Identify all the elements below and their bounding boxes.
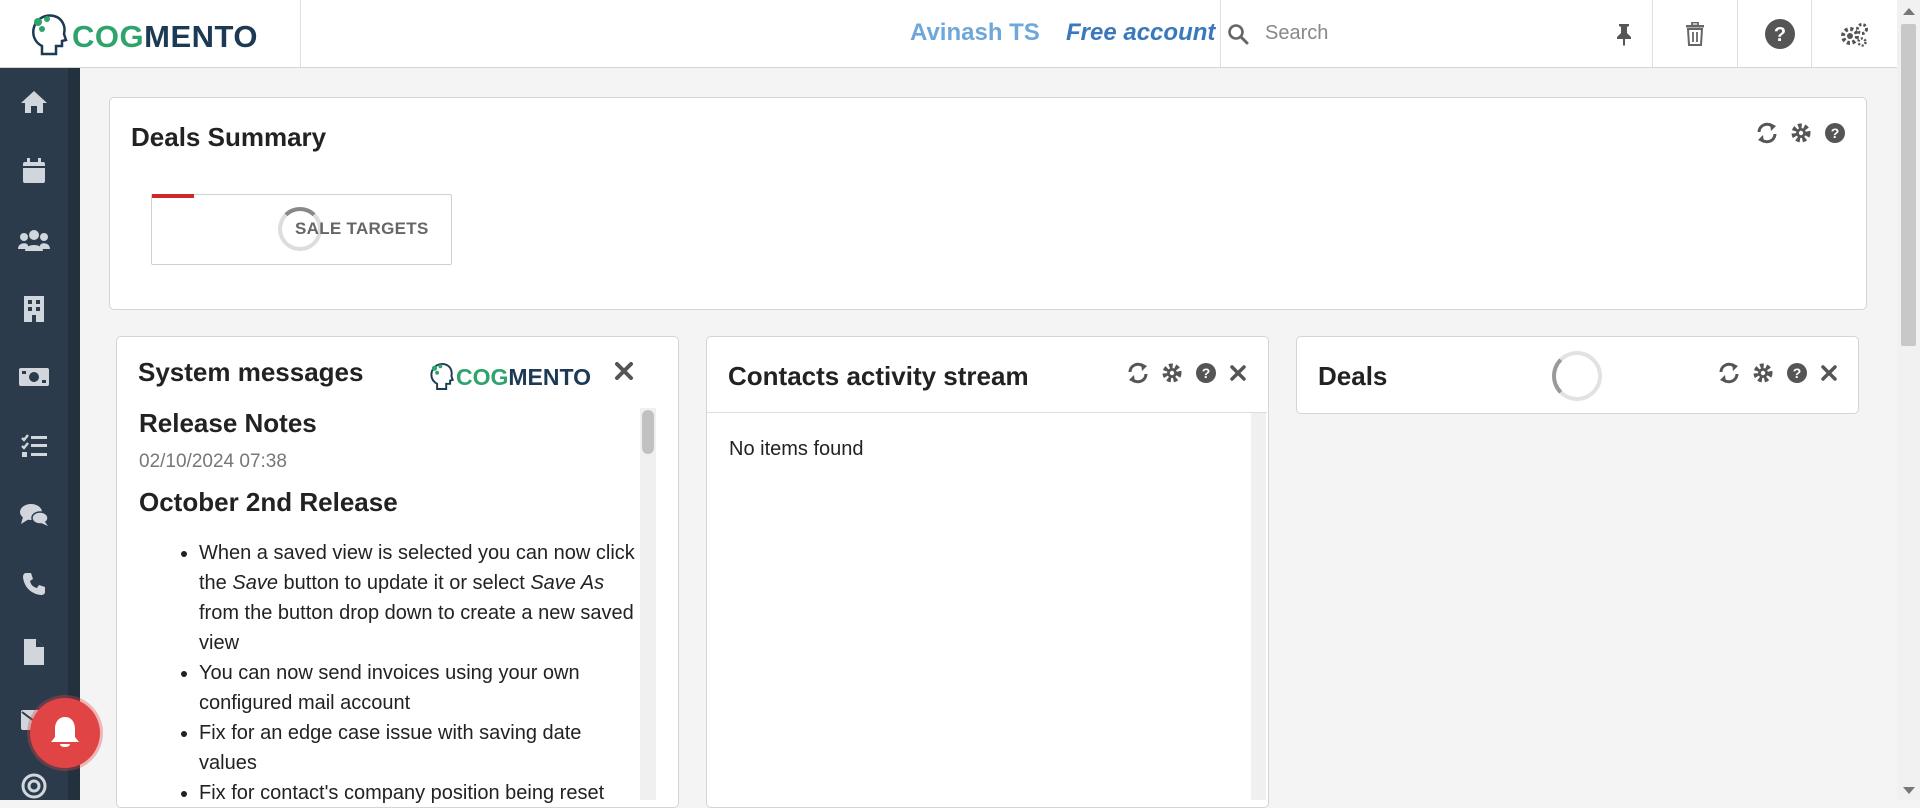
companies-icon xyxy=(24,296,44,322)
contacts-activity-title: Contacts activity stream xyxy=(728,361,1029,391)
contacts-activity-tools: ? xyxy=(1127,362,1247,384)
sale-targets-card[interactable]: SALE TARGETS xyxy=(151,194,452,265)
document-icon xyxy=(24,639,44,665)
pin-icon[interactable] xyxy=(1615,22,1633,46)
home-icon xyxy=(21,91,47,113)
list-item: Fix for contact's company position being… xyxy=(199,778,643,808)
list-item: You can now send invoices using your own… xyxy=(199,658,643,718)
scroll-thumb[interactable] xyxy=(1901,24,1916,346)
help-icon[interactable]: ? xyxy=(1195,362,1217,384)
sale-targets-label: SALE TARGETS xyxy=(295,219,429,238)
trash-button[interactable] xyxy=(1652,0,1737,67)
gear-icon[interactable] xyxy=(1790,122,1812,144)
logo-head-icon xyxy=(430,362,454,390)
system-messages-logo: COGMENTO xyxy=(428,360,591,391)
scroll-thumb[interactable] xyxy=(642,410,654,454)
close-icon[interactable] xyxy=(1229,364,1247,382)
bell-icon xyxy=(51,717,79,747)
deals-tools: ? xyxy=(1718,362,1838,384)
tasks-icon xyxy=(21,434,47,457)
release-name: October 2nd Release xyxy=(139,487,398,517)
close-icon[interactable] xyxy=(1820,364,1838,382)
svg-text:?: ? xyxy=(1202,365,1211,381)
svg-text:?: ? xyxy=(1831,125,1840,141)
sidebar-item-contacts[interactable] xyxy=(0,220,68,260)
help-icon[interactable]: ? xyxy=(1786,362,1808,384)
contacts-activity-scrollbar[interactable] xyxy=(1251,413,1266,800)
release-items-list: When a saved view is selected you can no… xyxy=(139,538,643,808)
svg-text:?: ? xyxy=(1774,24,1786,46)
page-scrollbar[interactable] xyxy=(1897,0,1920,800)
panel-divider xyxy=(707,412,1267,413)
deals-title: Deals xyxy=(1318,361,1388,391)
sidebar-item-cases[interactable] xyxy=(0,495,68,535)
sidebar-item-tasks[interactable] xyxy=(0,426,68,466)
sidebar-item-companies[interactable] xyxy=(0,289,68,329)
sidebar-item-documents[interactable] xyxy=(0,632,68,672)
deals-icon xyxy=(19,368,49,386)
account-type[interactable]: Free account xyxy=(1066,19,1215,47)
user-name[interactable]: Avinash TS xyxy=(910,19,1040,47)
loading-spinner xyxy=(1552,351,1602,401)
svg-text:?: ? xyxy=(1793,365,1802,381)
gear-icon[interactable] xyxy=(1161,362,1183,384)
help-icon: ? xyxy=(1765,18,1795,49)
sidebar-item-campaigns[interactable] xyxy=(0,766,68,806)
sidebar-item-deals[interactable] xyxy=(0,357,68,397)
gear-icon[interactable] xyxy=(1752,362,1774,384)
contacts-activity-panel xyxy=(706,336,1269,808)
notifications-button[interactable] xyxy=(30,698,100,768)
target-icon xyxy=(21,773,47,799)
release-date: 02/10/2024 07:38 xyxy=(139,451,287,472)
phone-icon xyxy=(23,573,45,595)
gears-icon xyxy=(1841,22,1868,47)
app-logo[interactable]: COGMENTO xyxy=(0,0,301,67)
sidebar-item-home[interactable] xyxy=(0,82,68,122)
refresh-icon[interactable] xyxy=(1718,362,1740,384)
scroll-up-arrow[interactable] xyxy=(1903,8,1915,15)
close-icon[interactable] xyxy=(614,361,634,381)
trash-icon xyxy=(1686,21,1704,46)
logo-head-icon xyxy=(32,13,68,55)
contacts-icon xyxy=(18,230,50,251)
sidebar-item-calls[interactable] xyxy=(0,564,68,604)
deals-summary-title: Deals Summary xyxy=(131,122,327,152)
settings-button[interactable] xyxy=(1811,0,1896,67)
help-button[interactable]: ? xyxy=(1737,0,1822,67)
list-item: When a saved view is selected you can no… xyxy=(199,538,643,658)
refresh-icon[interactable] xyxy=(1756,122,1778,144)
search-bar xyxy=(1220,0,1653,67)
sidebar-item-calendar[interactable] xyxy=(0,151,68,191)
sale-targets-accent xyxy=(152,194,194,198)
empty-state-text: No items found xyxy=(729,438,864,460)
scroll-down-arrow[interactable] xyxy=(1903,787,1915,794)
list-item: Fix for an edge case issue with saving d… xyxy=(199,718,643,778)
release-notes-title: Release Notes xyxy=(139,408,317,438)
system-messages-title: System messages xyxy=(138,357,364,387)
logo-text: COGMENTO xyxy=(72,18,259,54)
help-icon[interactable]: ? xyxy=(1824,122,1846,144)
cases-icon xyxy=(20,504,49,526)
deals-summary-tools: ? xyxy=(1756,122,1846,144)
sidebar xyxy=(0,68,80,800)
refresh-icon[interactable] xyxy=(1127,362,1149,384)
calendar-icon xyxy=(23,158,45,183)
search-icon xyxy=(1228,23,1249,44)
search-input[interactable] xyxy=(1263,21,1597,46)
top-bar: COGMENTO Avinash TS Free account ? xyxy=(0,0,1897,68)
